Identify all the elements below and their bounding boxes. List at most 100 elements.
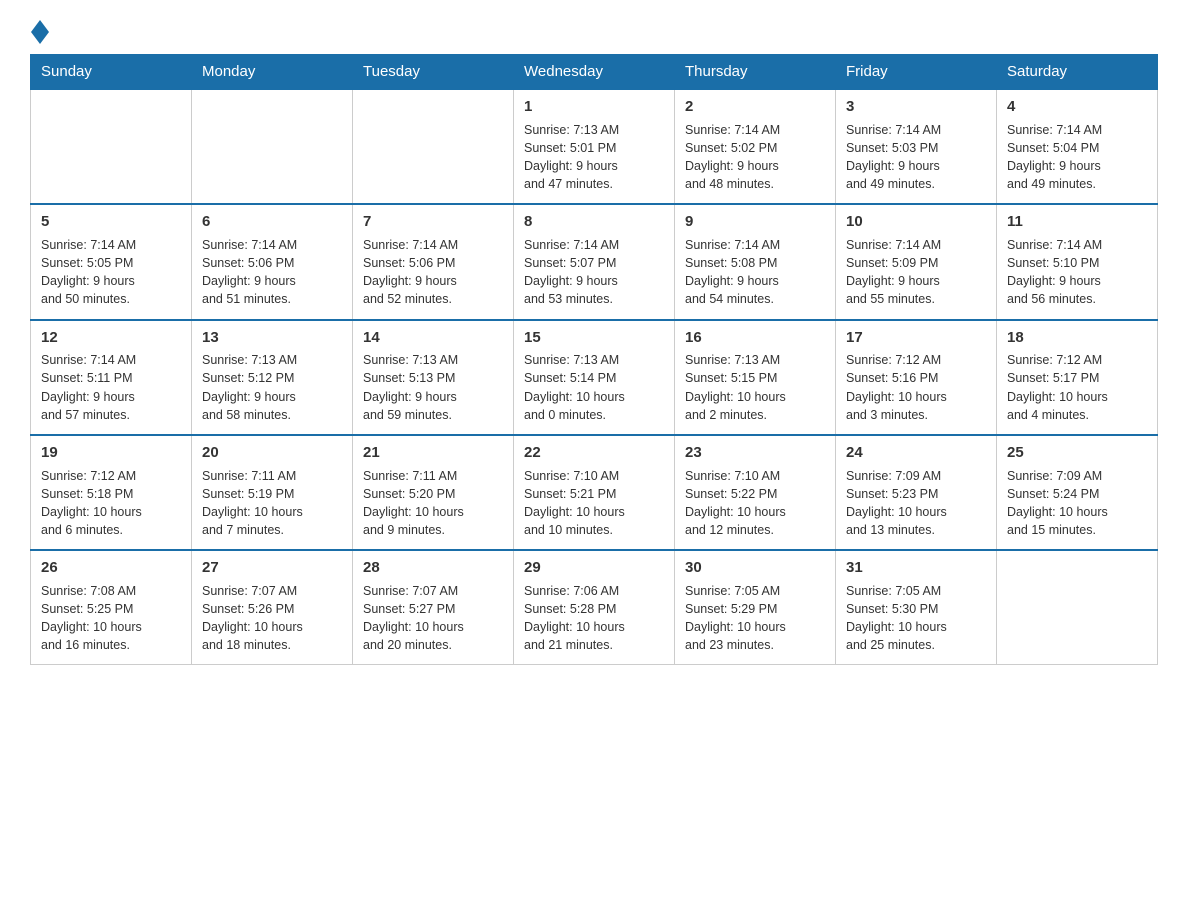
day-info: Sunrise: 7:10 AM Sunset: 5:21 PM Dayligh… — [524, 467, 664, 540]
calendar-cell — [192, 89, 353, 204]
logo-flag-icon — [31, 20, 49, 44]
day-number: 15 — [524, 327, 664, 349]
day-info: Sunrise: 7:11 AM Sunset: 5:19 PM Dayligh… — [202, 467, 342, 540]
calendar-cell: 4 Sunrise: 7:14 AM Sunset: 5:04 PM Daylig… — [997, 89, 1158, 204]
day-number: 18 — [1007, 327, 1147, 349]
calendar-cell: 11 Sunrise: 7:14 AM Sunset: 5:10 PM Dayli… — [997, 204, 1158, 319]
day-info: Sunrise: 7:14 AM Sunset: 5:09 PM Dayligh… — [846, 236, 986, 309]
calendar-cell — [997, 550, 1158, 665]
calendar-cell: 1 Sunrise: 7:13 AM Sunset: 5:01 PM Daylig… — [514, 89, 675, 204]
calendar-cell: 23Sunrise: 7:10 AM Sunset: 5:22 PM Dayli… — [675, 435, 836, 550]
logo — [30, 20, 50, 44]
day-number: 21 — [363, 442, 503, 464]
day-number: 24 — [846, 442, 986, 464]
day-info: Sunrise: 7:14 AM Sunset: 5:03 PM Dayligh… — [846, 121, 986, 194]
day-info: Sunrise: 7:14 AM Sunset: 5:11 PM Dayligh… — [41, 351, 181, 424]
day-number: 11 — [1007, 211, 1147, 233]
day-number: 7 — [363, 211, 503, 233]
day-info: Sunrise: 7:09 AM Sunset: 5:23 PM Dayligh… — [846, 467, 986, 540]
day-number: 8 — [524, 211, 664, 233]
calendar-cell: 30 Sunrise: 7:05 AM Sunset: 5:29 PM Dayli… — [675, 550, 836, 665]
day-info: Sunrise: 7:07 AM Sunset: 5:27 PM Dayligh… — [363, 582, 503, 655]
day-info: Sunrise: 7:14 AM Sunset: 5:06 PM Dayligh… — [202, 236, 342, 309]
calendar-cell: 5Sunrise: 7:14 AM Sunset: 5:05 PM Daylig… — [31, 204, 192, 319]
day-number: 19 — [41, 442, 181, 464]
weekday-header-sunday: Sunday — [31, 55, 192, 90]
calendar-cell: 29 Sunrise: 7:06 AM Sunset: 5:28 PM Dayli… — [514, 550, 675, 665]
day-number: 1 — [524, 96, 664, 118]
day-info: Sunrise: 7:14 AM Sunset: 5:10 PM Dayligh… — [1007, 236, 1147, 309]
day-info: Sunrise: 7:07 AM Sunset: 5:26 PM Dayligh… — [202, 582, 342, 655]
calendar-cell: 6 Sunrise: 7:14 AM Sunset: 5:06 PM Daylig… — [192, 204, 353, 319]
day-info: Sunrise: 7:05 AM Sunset: 5:29 PM Dayligh… — [685, 582, 825, 655]
calendar-cell: 8 Sunrise: 7:14 AM Sunset: 5:07 PM Daylig… — [514, 204, 675, 319]
calendar-cell: 14Sunrise: 7:13 AM Sunset: 5:13 PM Dayli… — [353, 320, 514, 435]
day-number: 29 — [524, 557, 664, 579]
calendar-cell: 12Sunrise: 7:14 AM Sunset: 5:11 PM Dayli… — [31, 320, 192, 435]
day-info: Sunrise: 7:06 AM Sunset: 5:28 PM Dayligh… — [524, 582, 664, 655]
day-number: 6 — [202, 211, 342, 233]
day-number: 14 — [363, 327, 503, 349]
day-number: 9 — [685, 211, 825, 233]
calendar-cell: 26 Sunrise: 7:08 AM Sunset: 5:25 PM Dayli… — [31, 550, 192, 665]
weekday-header-monday: Monday — [192, 55, 353, 90]
calendar-cell: 16Sunrise: 7:13 AM Sunset: 5:15 PM Dayli… — [675, 320, 836, 435]
calendar-cell: 24 Sunrise: 7:09 AM Sunset: 5:23 PM Dayli… — [836, 435, 997, 550]
day-info: Sunrise: 7:08 AM Sunset: 5:25 PM Dayligh… — [41, 582, 181, 655]
day-info: Sunrise: 7:13 AM Sunset: 5:14 PM Dayligh… — [524, 351, 664, 424]
day-info: Sunrise: 7:14 AM Sunset: 5:06 PM Dayligh… — [363, 236, 503, 309]
calendar-cell: 10 Sunrise: 7:14 AM Sunset: 5:09 PM Dayli… — [836, 204, 997, 319]
calendar-cell: 13Sunrise: 7:13 AM Sunset: 5:12 PM Dayli… — [192, 320, 353, 435]
day-number: 16 — [685, 327, 825, 349]
weekday-header-saturday: Saturday — [997, 55, 1158, 90]
day-info: Sunrise: 7:13 AM Sunset: 5:12 PM Dayligh… — [202, 351, 342, 424]
calendar-cell: 7 Sunrise: 7:14 AM Sunset: 5:06 PM Daylig… — [353, 204, 514, 319]
day-number: 22 — [524, 442, 664, 464]
day-info: Sunrise: 7:13 AM Sunset: 5:13 PM Dayligh… — [363, 351, 503, 424]
calendar-cell: 27 Sunrise: 7:07 AM Sunset: 5:26 PM Dayli… — [192, 550, 353, 665]
day-info: Sunrise: 7:12 AM Sunset: 5:16 PM Dayligh… — [846, 351, 986, 424]
day-number: 28 — [363, 557, 503, 579]
week-row-2: 5Sunrise: 7:14 AM Sunset: 5:05 PM Daylig… — [31, 204, 1158, 319]
calendar-cell: 22 Sunrise: 7:10 AM Sunset: 5:21 PM Dayli… — [514, 435, 675, 550]
day-info: Sunrise: 7:14 AM Sunset: 5:02 PM Dayligh… — [685, 121, 825, 194]
day-info: Sunrise: 7:14 AM Sunset: 5:07 PM Dayligh… — [524, 236, 664, 309]
day-info: Sunrise: 7:09 AM Sunset: 5:24 PM Dayligh… — [1007, 467, 1147, 540]
weekday-header-friday: Friday — [836, 55, 997, 90]
week-row-4: 19 Sunrise: 7:12 AM Sunset: 5:18 PM Dayli… — [31, 435, 1158, 550]
calendar-cell: 2 Sunrise: 7:14 AM Sunset: 5:02 PM Daylig… — [675, 89, 836, 204]
calendar-cell: 28 Sunrise: 7:07 AM Sunset: 5:27 PM Dayli… — [353, 550, 514, 665]
day-info: Sunrise: 7:14 AM Sunset: 5:04 PM Dayligh… — [1007, 121, 1147, 194]
calendar-cell: 3Sunrise: 7:14 AM Sunset: 5:03 PM Daylig… — [836, 89, 997, 204]
weekday-header-row: SundayMondayTuesdayWednesdayThursdayFrid… — [31, 55, 1158, 90]
day-info: Sunrise: 7:13 AM Sunset: 5:15 PM Dayligh… — [685, 351, 825, 424]
day-number: 4 — [1007, 96, 1147, 118]
calendar-cell: 19 Sunrise: 7:12 AM Sunset: 5:18 PM Dayli… — [31, 435, 192, 550]
day-number: 10 — [846, 211, 986, 233]
day-info: Sunrise: 7:12 AM Sunset: 5:17 PM Dayligh… — [1007, 351, 1147, 424]
day-number: 30 — [685, 557, 825, 579]
day-number: 25 — [1007, 442, 1147, 464]
day-number: 12 — [41, 327, 181, 349]
calendar-cell — [353, 89, 514, 204]
weekday-header-tuesday: Tuesday — [353, 55, 514, 90]
day-number: 20 — [202, 442, 342, 464]
day-number: 5 — [41, 211, 181, 233]
calendar-cell: 9Sunrise: 7:14 AM Sunset: 5:08 PM Daylig… — [675, 204, 836, 319]
week-row-5: 26 Sunrise: 7:08 AM Sunset: 5:25 PM Dayli… — [31, 550, 1158, 665]
calendar-cell: 31Sunrise: 7:05 AM Sunset: 5:30 PM Dayli… — [836, 550, 997, 665]
weekday-header-wednesday: Wednesday — [514, 55, 675, 90]
weekday-header-thursday: Thursday — [675, 55, 836, 90]
day-info: Sunrise: 7:12 AM Sunset: 5:18 PM Dayligh… — [41, 467, 181, 540]
calendar-cell: 15Sunrise: 7:13 AM Sunset: 5:14 PM Dayli… — [514, 320, 675, 435]
day-number: 2 — [685, 96, 825, 118]
day-number: 27 — [202, 557, 342, 579]
day-number: 26 — [41, 557, 181, 579]
day-info: Sunrise: 7:13 AM Sunset: 5:01 PM Dayligh… — [524, 121, 664, 194]
calendar-cell: 18Sunrise: 7:12 AM Sunset: 5:17 PM Dayli… — [997, 320, 1158, 435]
calendar-cell: 25 Sunrise: 7:09 AM Sunset: 5:24 PM Dayli… — [997, 435, 1158, 550]
day-info: Sunrise: 7:11 AM Sunset: 5:20 PM Dayligh… — [363, 467, 503, 540]
calendar-cell: 17Sunrise: 7:12 AM Sunset: 5:16 PM Dayli… — [836, 320, 997, 435]
day-number: 23 — [685, 442, 825, 464]
day-number: 13 — [202, 327, 342, 349]
